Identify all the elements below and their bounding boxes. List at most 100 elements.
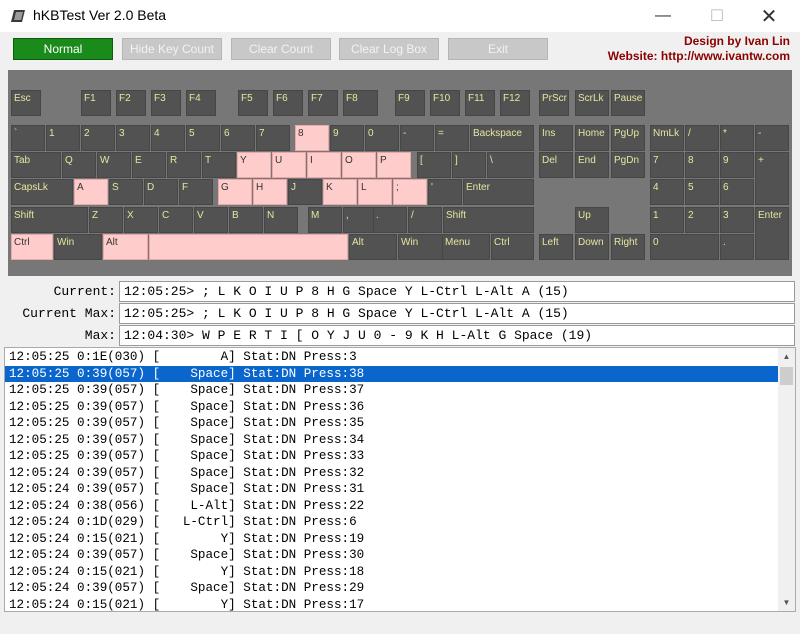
key-m: M xyxy=(308,207,342,233)
key-rwin: Win xyxy=(398,234,446,260)
key-capslk: CapsLk xyxy=(11,179,73,205)
hide-key-count-button[interactable]: Hide Key Count xyxy=(122,38,222,60)
key-numenter: Enter xyxy=(755,207,789,260)
key-scrlk: ScrLk xyxy=(575,90,609,116)
exit-button[interactable]: Exit xyxy=(448,38,548,60)
key-d5: 5 xyxy=(186,125,220,151)
key-f5: F5 xyxy=(238,90,268,116)
log-row[interactable]: 12:05:24 0:15(021) [ Y] Stat:DN Press:19 xyxy=(5,531,778,548)
key-g: G xyxy=(218,179,252,205)
key-s: S xyxy=(109,179,143,205)
log-listbox[interactable]: 12:05:24 0:15(021) [ Y] Stat:DN Press:17… xyxy=(4,347,796,612)
key-up: Up xyxy=(575,207,609,233)
key-l: L xyxy=(358,179,392,205)
key-period: . xyxy=(373,207,407,233)
key-slash: / xyxy=(408,207,442,233)
key-d6: 6 xyxy=(221,125,255,151)
key-equal: = xyxy=(435,125,469,151)
log-row[interactable]: 12:05:25 0:39(057) [ Space] Stat:DN Pres… xyxy=(5,382,778,399)
key-rshift: Shift xyxy=(443,207,534,233)
key-backspace: Backspace xyxy=(470,125,534,151)
key-lwin: Win xyxy=(54,234,102,260)
keyboard-panel: Esc F1 F2 F3 F4 F5 F6 F7 F8 F9 F10 F11 F12 PrScr ScrLk… xyxy=(8,70,792,276)
max-label: Max: xyxy=(84,328,116,343)
key-numadd: + xyxy=(755,152,789,205)
clear-log-box-button[interactable]: Clear Log Box xyxy=(339,38,439,60)
key-num1: 1 xyxy=(650,207,684,233)
key-space xyxy=(149,234,348,260)
log-row[interactable]: 12:05:25 0:39(057) [ Space] Stat:DN Pres… xyxy=(5,365,778,382)
key-ralt: Alt xyxy=(349,234,397,260)
key-del: Del xyxy=(539,152,573,178)
current-max-field: 12:05:25> ; L K O I U P 8 H G Space Y L-… xyxy=(119,303,795,324)
scroll-down-arrow-icon[interactable]: ▼ xyxy=(778,594,795,611)
credit-line-1: Design by Ivan Lin xyxy=(683,34,790,48)
log-row[interactable]: 12:05:24 0:39(057) [ Space] Stat:DN Pres… xyxy=(5,580,778,597)
key-x: X xyxy=(124,207,158,233)
key-end: End xyxy=(575,152,609,178)
log-row[interactable]: 12:05:24 0:39(057) [ Space] Stat:DN Pres… xyxy=(5,547,778,564)
key-minus: - xyxy=(400,125,434,151)
log-row[interactable]: 12:05:24 0:15(021) [ Y] Stat:DN Press:17 xyxy=(5,597,778,612)
key-lalt: Alt xyxy=(103,234,148,260)
log-row[interactable]: 12:05:24 0:39(057) [ Space] Stat:DN Pres… xyxy=(5,465,778,482)
log-row[interactable]: 12:05:25 0:39(057) [ Space] Stat:DN Pres… xyxy=(5,448,778,465)
window-title: hKBTest Ver 2.0 Beta xyxy=(33,7,167,23)
key-d4: 4 xyxy=(151,125,185,151)
key-esc: Esc xyxy=(11,90,41,116)
key-w: W xyxy=(97,152,131,178)
key-backtick: ` xyxy=(11,125,45,151)
key-lbracket: [ xyxy=(417,152,451,178)
key-f: F xyxy=(179,179,213,205)
log-row[interactable]: 12:05:25 0:39(057) [ Space] Stat:DN Pres… xyxy=(5,432,778,449)
key-numdot: . xyxy=(720,234,754,260)
key-b: B xyxy=(229,207,263,233)
key-right: Right xyxy=(611,234,645,260)
key-enter: Enter xyxy=(463,179,534,205)
credit-line-2: Website: http://www.ivantw.com xyxy=(607,49,790,63)
key-tab: Tab xyxy=(11,152,61,178)
key-u: U xyxy=(272,152,306,178)
key-num6: 6 xyxy=(720,179,754,205)
title-bar: hKBTest Ver 2.0 Beta — ☐ ✕ xyxy=(0,0,800,32)
key-comma: , xyxy=(343,207,377,233)
key-c: C xyxy=(159,207,193,233)
key-j: J xyxy=(288,179,322,205)
log-row[interactable]: 12:05:25 0:39(057) [ Space] Stat:DN Pres… xyxy=(5,399,778,416)
scrollbar-thumb[interactable] xyxy=(780,367,793,385)
key-d: D xyxy=(144,179,178,205)
log-row[interactable]: 12:05:24 0:39(057) [ Space] Stat:DN Pres… xyxy=(5,481,778,498)
log-row[interactable]: 12:05:24 0:1D(029) [ L-Ctrl] Stat:DN Pre… xyxy=(5,514,778,531)
log-row[interactable]: 12:05:24 0:38(056) [ L-Alt] Stat:DN Pres… xyxy=(5,498,778,515)
key-backslash: \ xyxy=(487,152,534,178)
key-f10: F10 xyxy=(430,90,460,116)
key-e: E xyxy=(132,152,166,178)
key-d2: 2 xyxy=(81,125,115,151)
keyboard-app-icon xyxy=(11,10,25,22)
current-max-label: Current Max: xyxy=(22,306,116,321)
key-f12: F12 xyxy=(500,90,530,116)
log-scrollbar[interactable]: ▲ ▼ xyxy=(778,348,795,611)
normal-button[interactable]: Normal xyxy=(13,38,113,60)
log-row[interactable]: 12:05:25 0:1E(030) [ A] Stat:DN Press:3 xyxy=(5,349,778,366)
key-i: I xyxy=(307,152,341,178)
key-rctrl: Ctrl xyxy=(491,234,534,260)
key-q: Q xyxy=(62,152,96,178)
close-icon[interactable]: ✕ xyxy=(746,0,792,32)
scroll-up-arrow-icon[interactable]: ▲ xyxy=(778,348,795,365)
key-f6: F6 xyxy=(273,90,303,116)
key-a: A xyxy=(74,179,108,205)
key-num2: 2 xyxy=(685,207,719,233)
key-num0: 0 xyxy=(650,234,719,260)
current-field: 12:05:25> ; L K O I U P 8 H G Space Y L-… xyxy=(119,281,795,302)
minimize-icon[interactable]: — xyxy=(640,0,686,32)
key-p: P xyxy=(377,152,411,178)
maximize-icon[interactable]: ☐ xyxy=(694,0,740,32)
log-row[interactable]: 12:05:24 0:15(021) [ Y] Stat:DN Press:18 xyxy=(5,564,778,581)
log-row[interactable]: 12:05:25 0:39(057) [ Space] Stat:DN Pres… xyxy=(5,415,778,432)
key-d9: 9 xyxy=(330,125,364,151)
key-k: K xyxy=(323,179,357,205)
key-numsub: - xyxy=(755,125,789,151)
clear-count-button[interactable]: Clear Count xyxy=(231,38,331,60)
current-label: Current: xyxy=(53,284,116,299)
